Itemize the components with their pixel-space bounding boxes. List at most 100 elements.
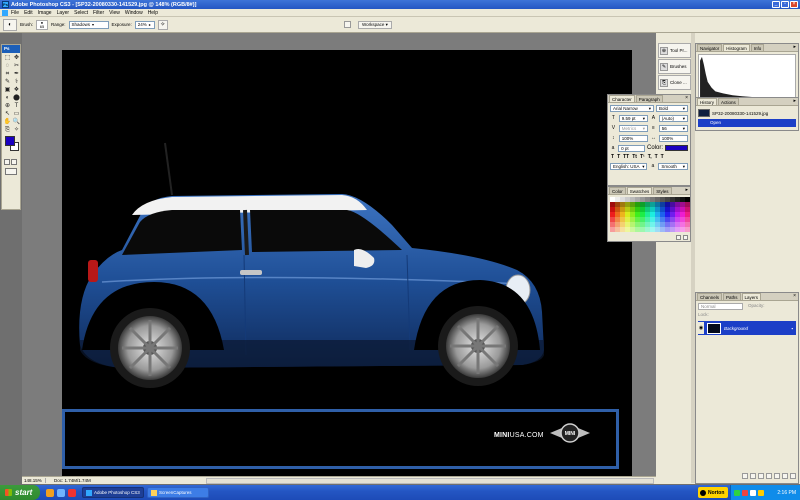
tab-histogram[interactable]: Histogram (723, 44, 750, 51)
delete-swatch-icon[interactable] (683, 235, 688, 240)
zoom-tool-icon[interactable]: 🔍 (12, 118, 21, 126)
history-step-open[interactable]: Open (698, 119, 796, 127)
menu-view[interactable]: View (109, 10, 120, 16)
eyedropper-tool-icon[interactable]: ✧ (12, 126, 21, 134)
tool-preset-picker[interactable]: ◐ (3, 18, 17, 31)
minimize-button[interactable]: _ (772, 1, 780, 8)
leading-field[interactable]: (Auto) ▾ (658, 114, 688, 122)
panel-menu-icon[interactable]: ▸ (793, 98, 798, 105)
gradient-tool-icon[interactable]: ◐ (3, 94, 12, 102)
alert-icon[interactable] (758, 489, 764, 496)
tool-presets-panel-button[interactable]: ⊕ Tool Pr... (658, 43, 691, 58)
type-tool-icon[interactable]: T (12, 102, 21, 110)
new-layer-icon[interactable] (782, 473, 788, 479)
volume-icon[interactable] (750, 489, 756, 496)
doc-size[interactable]: Doc: 1.74M/1.74M (46, 478, 206, 483)
dodge-tool-icon[interactable]: ⬤ (12, 94, 21, 102)
path-selection-tool-icon[interactable]: ↖ (3, 110, 12, 118)
history-brush-tool-icon[interactable]: ▣ (3, 86, 12, 94)
brushes-panel-button[interactable]: ✎ Brushes (658, 59, 691, 74)
healing-tool-icon[interactable]: ✒ (12, 70, 21, 78)
language-select[interactable]: English: USA ▾ (610, 162, 648, 170)
faux-italic-button[interactable]: T (617, 154, 620, 160)
tracking-field[interactable]: 56 ▾ (658, 124, 688, 132)
browser-quicklaunch-icon[interactable] (46, 488, 54, 497)
faux-bold-button[interactable]: T (611, 154, 614, 160)
norton-button[interactable]: Norton (698, 487, 728, 498)
swatch[interactable] (685, 227, 690, 232)
horizontal-scale-field[interactable]: 100% (658, 134, 688, 142)
layer-style-icon[interactable] (750, 473, 756, 479)
menu-edit[interactable]: Edit (24, 10, 33, 16)
quick-mask-button[interactable] (11, 159, 17, 165)
new-swatch-button[interactable] (676, 235, 681, 240)
desktop-quicklaunch-icon[interactable] (57, 488, 65, 497)
adjustment-layer-icon[interactable] (766, 473, 772, 479)
text-color-swatch[interactable] (665, 145, 688, 151)
antialias-select[interactable]: Smooth ▾ (658, 162, 688, 170)
tab-channels[interactable]: Channels (697, 293, 723, 300)
document-icon[interactable] (2, 9, 8, 16)
photoshop-app-icon[interactable]: Ps (2, 1, 9, 8)
vertical-scale-field[interactable]: 100% (618, 134, 648, 142)
dock-button[interactable] (344, 21, 351, 28)
slice-tool-icon[interactable]: ⌗ (3, 70, 12, 78)
image-canvas[interactable]: MINIUSA.COM MINI (62, 50, 632, 481)
start-button[interactable]: start (0, 485, 40, 500)
clone-source-panel-button[interactable]: ⎘ Clone ... (658, 75, 691, 90)
tab-layers[interactable]: Layers (741, 293, 762, 300)
close-icon[interactable]: × (685, 95, 690, 102)
superscript-button[interactable]: T¹ (640, 154, 645, 160)
tab-color[interactable]: Color (609, 187, 626, 194)
range-select[interactable]: Shadows ▾ (68, 20, 109, 29)
clone-stamp-tool-icon[interactable]: ⚕ (12, 78, 21, 86)
kerning-field[interactable]: Metrics ▾ (618, 124, 648, 132)
link-layers-icon[interactable] (742, 473, 748, 479)
tab-actions[interactable]: Actions (718, 98, 739, 105)
media-quicklaunch-icon[interactable] (68, 488, 76, 497)
maximize-button[interactable]: ▫ (781, 1, 789, 8)
subscript-button[interactable]: T, (648, 154, 652, 160)
all-caps-button[interactable]: TT (623, 154, 629, 160)
pen-tool-icon[interactable]: ⊕ (3, 102, 12, 110)
menu-window[interactable]: Window (125, 10, 143, 16)
layer-background[interactable]: ◉ Background ▪ (698, 321, 796, 335)
panel-menu-icon[interactable]: ▸ (793, 44, 798, 51)
crop-tool-icon[interactable]: ✂ (12, 62, 21, 70)
menu-layer[interactable]: Layer (57, 10, 70, 16)
horizontal-scrollbar[interactable] (206, 477, 654, 484)
screen-mode-button[interactable] (5, 168, 17, 175)
workspace-menu[interactable]: Workspace ▾ (358, 21, 392, 29)
shape-tool-icon[interactable]: ▭ (12, 110, 21, 118)
delete-layer-icon[interactable] (790, 473, 796, 479)
underline-button[interactable]: T (655, 154, 658, 160)
menu-select[interactable]: Select (74, 10, 88, 16)
exposure-field[interactable]: 24% ▸ (134, 20, 155, 29)
notes-tool-icon[interactable]: ⎘ (3, 126, 12, 134)
marquee-tool-icon[interactable]: ⬚ (3, 54, 12, 62)
baseline-shift-field[interactable]: 0 pt (618, 144, 646, 152)
new-group-icon[interactable] (774, 473, 780, 479)
small-caps-button[interactable]: Tt (632, 154, 637, 160)
panel-menu-icon[interactable]: ▸ (685, 187, 690, 194)
hand-tool-icon[interactable]: ✋ (3, 118, 12, 126)
tab-history[interactable]: History (697, 98, 718, 105)
history-snapshot[interactable]: SP32-20080330-141529.jpg (698, 108, 796, 118)
close-button[interactable]: × (790, 1, 798, 8)
menu-file[interactable]: File (11, 10, 19, 16)
foreground-color-swatch[interactable] (5, 136, 15, 146)
tab-paragraph[interactable]: Paragraph (635, 95, 663, 102)
menu-filter[interactable]: Filter (93, 10, 104, 16)
network-icon[interactable] (734, 489, 740, 496)
blend-mode-select[interactable]: Normal (698, 303, 743, 310)
task-photoshop[interactable]: Adobe Photoshop CS3 (82, 487, 144, 498)
close-icon[interactable]: × (793, 293, 798, 300)
font-size-field[interactable]: 9.59 pt ▾ (618, 114, 648, 122)
tab-swatches[interactable]: Swatches (626, 187, 653, 194)
tab-styles[interactable]: Styles (653, 187, 672, 194)
mask-icon[interactable] (758, 473, 764, 479)
zoom-level[interactable]: 148.15% (22, 478, 46, 483)
eraser-tool-icon[interactable]: ❖ (12, 86, 21, 94)
security-icon[interactable] (742, 489, 748, 496)
lasso-tool-icon[interactable]: ◌ (3, 62, 12, 70)
